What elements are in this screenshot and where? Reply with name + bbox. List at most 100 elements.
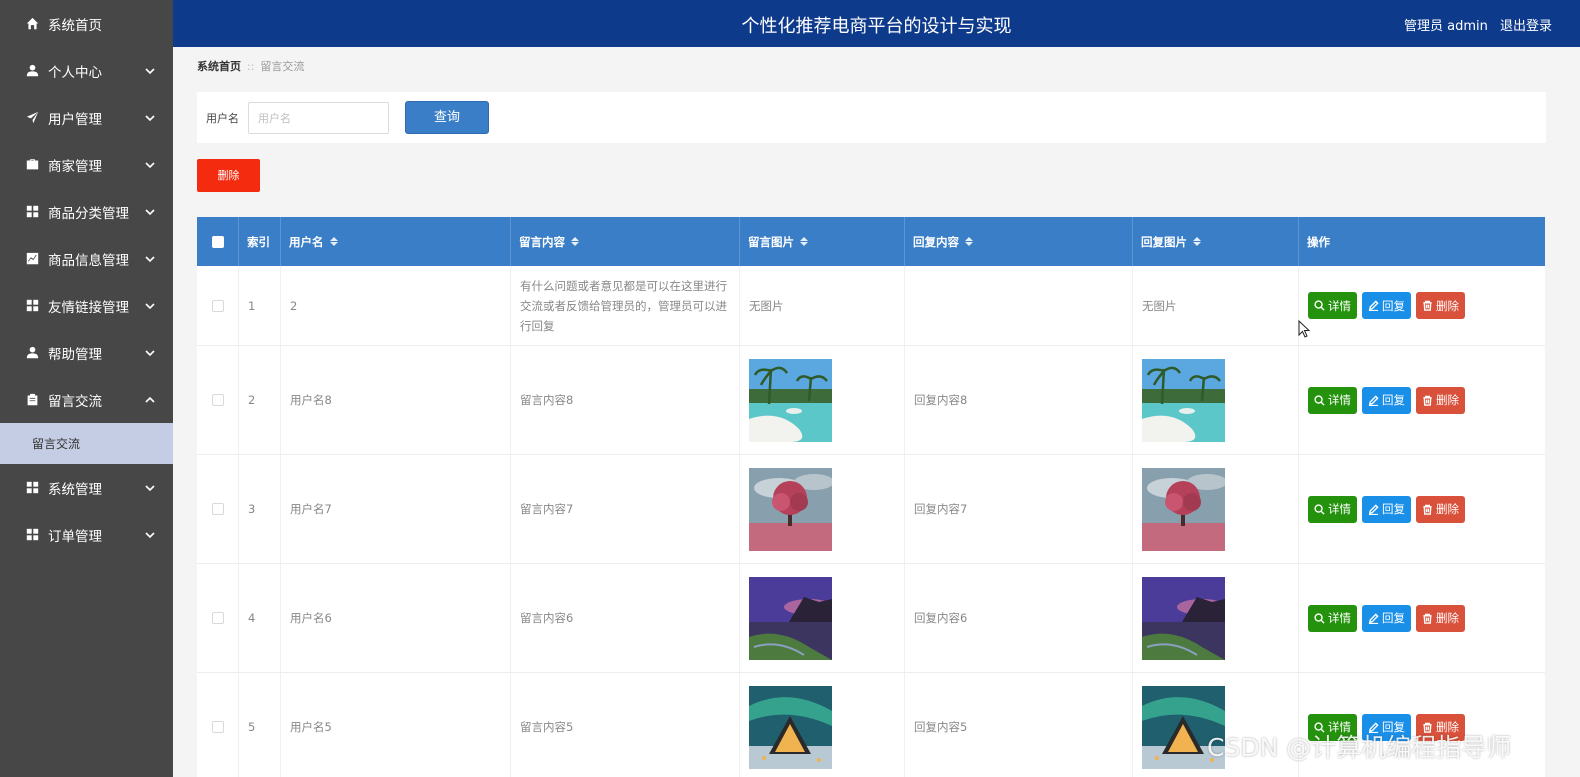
message-table: 索引 用户名 留言内容 留言图片 回复内容 回复图片 操作 1 2 有什么问题或…	[197, 217, 1545, 777]
detail-label: 详情	[1328, 611, 1351, 625]
edit-icon	[1368, 300, 1382, 311]
content-value: 留言内容6	[520, 611, 574, 625]
reply-button[interactable]: 回复	[1362, 386, 1411, 414]
sidebar-item-profile[interactable]: 个人中心	[0, 47, 173, 94]
reply-button[interactable]: 回复	[1362, 495, 1411, 523]
row-select-cell	[197, 266, 239, 345]
content-cell: 留言内容5	[511, 673, 740, 777]
paper-plane-icon	[26, 111, 39, 124]
table-row: 1 2 有什么问题或者意见都是可以在这里进行交流或者反馈给管理员的，管理员可以进…	[197, 266, 1545, 346]
sidebar-item-help[interactable]: 帮助管理	[0, 329, 173, 376]
chevron-down-icon	[145, 205, 155, 216]
no-image-text: 无图片	[1142, 298, 1177, 313]
trash-icon	[1422, 504, 1436, 515]
delete-button[interactable]: 删除	[1416, 386, 1465, 414]
column-header-username[interactable]: 用户名	[281, 217, 511, 266]
breadcrumb-home[interactable]: 系统首页	[197, 60, 241, 73]
reply-cell: 回复内容6	[905, 564, 1133, 672]
sidebar-item-merchants[interactable]: 商家管理	[0, 141, 173, 188]
header-label: 留言内容	[519, 234, 565, 249]
clipboard-icon	[26, 393, 39, 406]
column-header-reply-image[interactable]: 回复图片	[1133, 217, 1299, 266]
user-label: 管理员 admin	[1403, 19, 1488, 34]
table-row: 3 用户名7 留言内容7 回复内容7 详情 回复 删除	[197, 455, 1545, 564]
detail-button[interactable]: 详情	[1308, 292, 1357, 319]
reply-image-thumbnail[interactable]	[1142, 358, 1225, 442]
delete-button[interactable]: 删除	[1416, 604, 1465, 632]
sort-icon[interactable]	[965, 237, 973, 246]
row-checkbox[interactable]	[211, 299, 224, 312]
msg-image-cell	[740, 455, 905, 563]
grid-icon	[26, 528, 39, 541]
table-header: 索引 用户名 留言内容 留言图片 回复内容 回复图片 操作	[197, 217, 1545, 266]
search-icon	[1314, 612, 1328, 624]
row-checkbox[interactable]	[211, 612, 224, 624]
message-image-thumbnail[interactable]	[749, 685, 832, 769]
index-value: 4	[248, 611, 256, 625]
sidebar-item-categories[interactable]: 商品分类管理	[0, 188, 173, 235]
delete-label: 删除	[1436, 502, 1459, 516]
message-image-thumbnail[interactable]	[749, 358, 832, 442]
sort-icon[interactable]	[571, 237, 579, 246]
sidebar-item-label: 留言交流	[48, 393, 102, 410]
reply-button[interactable]: 回复	[1362, 604, 1411, 632]
reply-label: 回复	[1382, 393, 1405, 407]
username-search-input[interactable]	[248, 102, 389, 134]
watermark: CSDN @计算机编程指导师	[1207, 733, 1512, 762]
sidebar-subitem-label: 留言交流	[32, 437, 81, 451]
search-icon	[1314, 503, 1328, 515]
sidebar: 系统首页 个人中心 用户管理 商家管理 商品分类管理 商品信息管理 友情链接管理…	[0, 0, 173, 777]
delete-button[interactable]: 删除	[1416, 495, 1465, 523]
content-value: 留言内容7	[520, 502, 574, 516]
sidebar-item-users[interactable]: 用户管理	[0, 94, 173, 141]
app-title: 个性化推荐电商平台的设计与实现	[741, 16, 1012, 37]
row-checkbox[interactable]	[211, 394, 224, 406]
sidebar-item-links[interactable]: 友情链接管理	[0, 282, 173, 329]
message-image-thumbnail[interactable]	[749, 576, 832, 660]
column-header-reply[interactable]: 回复内容	[905, 217, 1133, 266]
reply-label: 回复	[1382, 298, 1405, 313]
content-value: 留言内容5	[520, 720, 574, 734]
delete-label: 删除	[1436, 298, 1459, 313]
sort-icon[interactable]	[1193, 237, 1201, 246]
column-header-content[interactable]: 留言内容	[511, 217, 740, 266]
select-all-checkbox[interactable]	[211, 235, 224, 248]
sidebar-item-home[interactable]: 系统首页	[0, 0, 173, 47]
index-cell: 3	[239, 455, 281, 563]
username-cell: 用户名8	[281, 346, 511, 454]
index-cell: 1	[239, 266, 281, 345]
batch-delete-button[interactable]: 删除	[197, 159, 260, 192]
reply-image-thumbnail[interactable]	[1142, 467, 1225, 551]
reply-button[interactable]: 回复	[1362, 292, 1411, 319]
sort-icon[interactable]	[329, 237, 338, 246]
reply-image-thumbnail[interactable]	[1142, 576, 1225, 660]
message-image-thumbnail[interactable]	[749, 467, 832, 551]
detail-button[interactable]: 详情	[1308, 604, 1357, 632]
breadcrumb-separator: ::	[247, 60, 255, 73]
row-checkbox[interactable]	[211, 721, 224, 733]
logout-link[interactable]: 退出登录	[1500, 19, 1552, 34]
sidebar-subitem-messages[interactable]: 留言交流	[0, 423, 173, 464]
sidebar-item-orders[interactable]: 订单管理	[0, 511, 173, 558]
detail-label: 详情	[1328, 298, 1351, 313]
reply-value: 回复内容7	[914, 502, 968, 516]
chevron-down-icon	[145, 528, 155, 539]
sort-icon[interactable]	[800, 237, 808, 246]
sidebar-item-products[interactable]: 商品信息管理	[0, 235, 173, 282]
detail-button[interactable]: 详情	[1308, 386, 1357, 414]
delete-button[interactable]: 删除	[1416, 292, 1465, 319]
column-header-msg-image[interactable]: 留言图片	[740, 217, 905, 266]
index-value: 1	[248, 298, 256, 313]
sidebar-item-system[interactable]: 系统管理	[0, 464, 173, 511]
column-header-actions: 操作	[1299, 217, 1545, 266]
index-value: 5	[248, 720, 256, 734]
detail-button[interactable]: 详情	[1308, 495, 1357, 523]
content-cell: 留言内容6	[511, 564, 740, 672]
sidebar-item-messages[interactable]: 留言交流	[0, 376, 173, 423]
query-button[interactable]: 查询	[405, 101, 489, 134]
row-checkbox[interactable]	[211, 503, 224, 515]
sidebar-item-label: 订单管理	[48, 528, 102, 545]
sidebar-item-label: 商品分类管理	[48, 205, 129, 222]
search-icon	[1314, 394, 1328, 406]
msg-image-cell	[740, 673, 905, 777]
